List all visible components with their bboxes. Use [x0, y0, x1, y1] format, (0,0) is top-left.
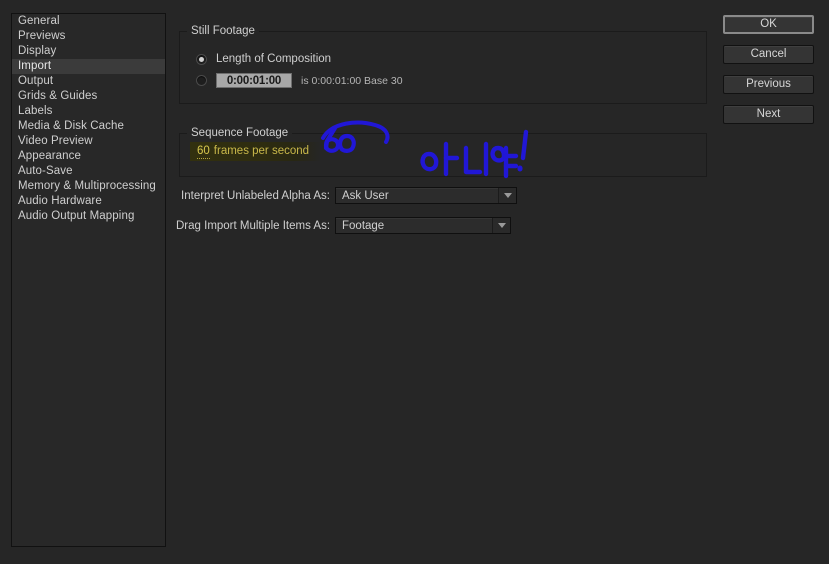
chevron-down-icon[interactable] — [498, 188, 516, 203]
still-footage-duration-note: is 0:00:01:00 Base 30 — [301, 74, 403, 87]
sidebar-item-media-and-disk-cache[interactable]: Media & Disk Cache — [12, 119, 165, 134]
radio-length-of-composition-label: Length of Composition — [216, 53, 332, 65]
interpret-unlabeled-alpha-dropdown[interactable]: Ask User — [335, 187, 517, 204]
sidebar-item-video-preview[interactable]: Video Preview — [12, 134, 165, 149]
sidebar-item-import[interactable]: Import — [12, 59, 165, 74]
interpret-unlabeled-alpha-row: Interpret Unlabeled Alpha As: Ask User — [176, 187, 517, 204]
sidebar-item-display[interactable]: Display — [12, 44, 165, 59]
frames-per-second-value[interactable]: 60 — [197, 145, 210, 159]
ok-button[interactable]: OK — [723, 15, 814, 34]
sidebar-item-audio-hardware[interactable]: Audio Hardware — [12, 194, 165, 209]
sidebar-item-previews[interactable]: Previews — [12, 29, 165, 44]
sequence-frames-per-second-field[interactable]: 60 frames per second — [190, 142, 322, 161]
cancel-button[interactable]: Cancel — [723, 45, 814, 64]
custom-duration-row[interactable]: 0:00:01:00 is 0:00:01:00 Base 30 — [196, 73, 403, 88]
sidebar-item-auto-save[interactable]: Auto-Save — [12, 164, 165, 179]
radio-length-of-composition[interactable] — [196, 53, 207, 65]
length-of-composition-row[interactable]: Length of Composition — [196, 53, 331, 65]
previous-button[interactable]: Previous — [723, 75, 814, 94]
drag-import-multiple-items-label: Drag Import Multiple Items As: — [176, 219, 331, 232]
sidebar-item-audio-output-mapping[interactable]: Audio Output Mapping — [12, 209, 165, 224]
sidebar-item-labels[interactable]: Labels — [12, 104, 165, 119]
chevron-down-icon[interactable] — [492, 218, 510, 233]
sidebar-item-grids-and-guides[interactable]: Grids & Guides — [12, 89, 165, 104]
drag-import-multiple-items-dropdown[interactable]: Footage — [335, 217, 511, 234]
sidebar-item-general[interactable]: General — [12, 14, 165, 29]
drag-import-multiple-items-value: Footage — [342, 219, 385, 232]
preferences-category-list[interactable]: General Previews Display Import Output G… — [11, 13, 166, 547]
sidebar-item-memory-multiprocessing[interactable]: Memory & Multiprocessing — [12, 179, 165, 194]
sidebar-item-appearance[interactable]: Appearance — [12, 149, 165, 164]
radio-custom-duration[interactable] — [196, 75, 207, 86]
still-footage-group-title: Still Footage — [187, 25, 259, 37]
still-footage-duration-input[interactable]: 0:00:01:00 — [216, 73, 292, 88]
interpret-unlabeled-alpha-label: Interpret Unlabeled Alpha As: — [181, 189, 330, 202]
sequence-footage-group-title: Sequence Footage — [187, 127, 293, 139]
drag-import-multiple-items-row: Drag Import Multiple Items As: Footage — [176, 217, 511, 234]
frames-per-second-unit-label: frames per second — [213, 145, 310, 157]
interpret-unlabeled-alpha-value: Ask User — [342, 189, 389, 202]
next-button[interactable]: Next — [723, 105, 814, 124]
still-footage-group: Still Footage — [179, 25, 707, 104]
sidebar-item-output[interactable]: Output — [12, 74, 165, 89]
